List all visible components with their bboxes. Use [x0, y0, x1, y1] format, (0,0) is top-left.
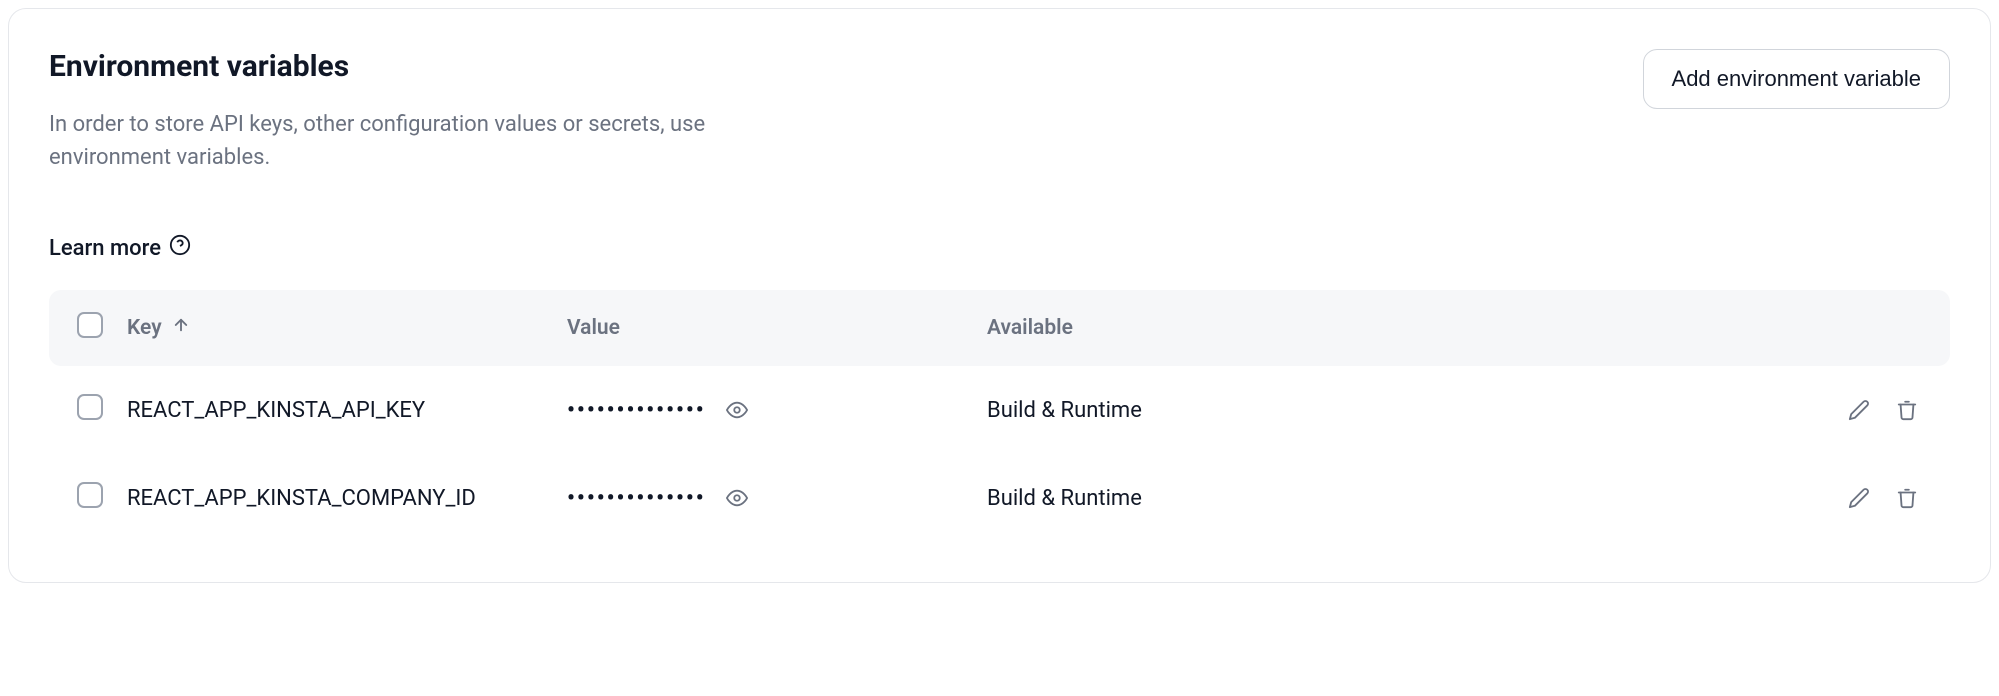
- section-title: Environment variables: [49, 49, 829, 84]
- arrow-up-icon: [172, 316, 190, 340]
- header-available: Available: [987, 316, 1922, 340]
- table-row: REACT_APP_KINSTA_API_KEY •••••••••••••• …: [49, 366, 1950, 454]
- delete-button[interactable]: [1892, 395, 1922, 425]
- row-actions: [1844, 483, 1922, 513]
- section-description: In order to store API keys, other config…: [49, 108, 829, 174]
- row-available: Build & Runtime: [987, 486, 1844, 511]
- eye-icon: [726, 399, 748, 421]
- row-checkbox[interactable]: [77, 482, 103, 508]
- add-environment-variable-button[interactable]: Add environment variable: [1643, 49, 1950, 109]
- pencil-icon: [1848, 487, 1870, 509]
- edit-button[interactable]: [1844, 395, 1874, 425]
- section-header: Environment variables In order to store …: [49, 49, 1950, 174]
- masked-value: ••••••••••••••: [567, 486, 706, 511]
- table-row: REACT_APP_KINSTA_COMPANY_ID ••••••••••••…: [49, 454, 1950, 542]
- row-actions: [1844, 395, 1922, 425]
- table-header-row: Key Value Available: [49, 290, 1950, 366]
- row-checkbox-cell: [77, 482, 127, 514]
- row-value: ••••••••••••••: [567, 483, 987, 513]
- help-icon: [169, 234, 191, 262]
- row-value: ••••••••••••••: [567, 395, 987, 425]
- env-vars-table: Key Value Available REACT_APP_KINSTA_API…: [49, 290, 1950, 542]
- row-key: REACT_APP_KINSTA_COMPANY_ID: [127, 486, 567, 511]
- section-header-text: Environment variables In order to store …: [49, 49, 829, 174]
- header-key-label: Key: [127, 316, 162, 340]
- row-checkbox[interactable]: [77, 394, 103, 420]
- row-available: Build & Runtime: [987, 398, 1844, 423]
- edit-button[interactable]: [1844, 483, 1874, 513]
- eye-icon: [726, 487, 748, 509]
- delete-button[interactable]: [1892, 483, 1922, 513]
- header-value: Value: [567, 316, 987, 340]
- select-all-checkbox[interactable]: [77, 312, 103, 338]
- reveal-value-button[interactable]: [722, 483, 752, 513]
- header-checkbox-cell: [77, 312, 127, 344]
- reveal-value-button[interactable]: [722, 395, 752, 425]
- trash-icon: [1896, 487, 1918, 509]
- header-key[interactable]: Key: [127, 316, 567, 340]
- pencil-icon: [1848, 399, 1870, 421]
- learn-more-link[interactable]: Learn more: [49, 234, 191, 262]
- masked-value: ••••••••••••••: [567, 398, 706, 423]
- environment-variables-card: Environment variables In order to store …: [8, 8, 1991, 583]
- row-checkbox-cell: [77, 394, 127, 426]
- row-key: REACT_APP_KINSTA_API_KEY: [127, 398, 567, 423]
- learn-more-label: Learn more: [49, 236, 161, 261]
- trash-icon: [1896, 399, 1918, 421]
